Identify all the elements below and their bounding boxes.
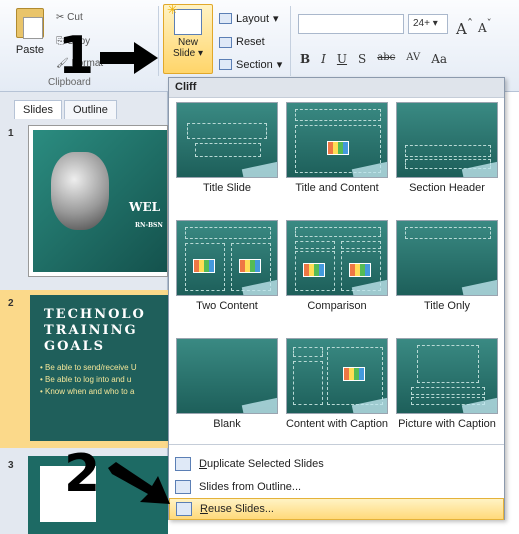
layout-preview xyxy=(396,220,498,296)
section-button[interactable]: Section ▾ xyxy=(219,58,282,71)
layout-preview xyxy=(286,338,388,414)
slide-number: 1 xyxy=(8,128,14,139)
reset-button[interactable]: Reset xyxy=(219,36,265,48)
slide-1-title: WEL xyxy=(129,200,161,214)
font-format-row: B I U S abc AV Aa xyxy=(300,52,447,66)
layout-blank[interactable]: Blank xyxy=(171,338,283,431)
reuse-slides-icon xyxy=(176,502,192,516)
step-2-arrow-icon xyxy=(108,462,170,504)
change-case-button[interactable]: Aa xyxy=(431,52,447,66)
tab-outline[interactable]: Outline xyxy=(63,100,117,119)
layout-title-slide[interactable]: Title Slide xyxy=(171,102,283,195)
layout-label: Content with Caption xyxy=(285,418,389,430)
new-slide-dropdown: Cliff Title Slide Title and Content Sect… xyxy=(168,77,505,520)
layout-label: Two Content xyxy=(196,300,258,312)
layout-title-and-content[interactable]: Title and Content xyxy=(281,102,393,195)
layout-picture-with-caption[interactable]: Picture with Caption xyxy=(391,338,503,431)
computer-mouse-image xyxy=(51,152,109,230)
slide-number: 3 xyxy=(8,460,14,471)
strikethrough-button[interactable]: abc xyxy=(377,52,395,66)
character-spacing-button[interactable]: AV xyxy=(406,52,420,66)
paste-button[interactable]: Paste xyxy=(12,8,48,72)
layout-label: Picture with Caption xyxy=(398,418,496,430)
slide-2-title-line: TRAINING xyxy=(44,323,138,338)
new-slide-label: New Slide ▾ xyxy=(172,37,204,59)
menu-item-label: Duplicate Selected Slides xyxy=(199,458,324,470)
layout-section-header[interactable]: Section Header xyxy=(391,102,503,195)
step-2-number: 2 xyxy=(64,444,101,504)
layout-preview xyxy=(286,220,388,296)
slide-2-title-line: TECHNOLO xyxy=(44,307,146,322)
tab-slides[interactable]: Slides xyxy=(14,100,62,119)
menu-item-label: Reuse Slides... xyxy=(200,503,274,515)
bold-button[interactable]: B xyxy=(300,52,310,66)
italic-button[interactable]: I xyxy=(321,52,326,66)
paste-label: Paste xyxy=(15,44,45,56)
layout-label: Section Header xyxy=(409,182,485,194)
font-size-select[interactable]: 24+ ▾ xyxy=(408,14,448,34)
cut-button[interactable]: ✂ Cut xyxy=(56,12,83,23)
slide-2-bullet: • Know when and who to a xyxy=(40,387,135,396)
step-1-number: 1 xyxy=(58,26,95,86)
layout-icon xyxy=(219,13,232,24)
layout-content-with-caption[interactable]: Content with Caption xyxy=(281,338,393,431)
slide-number: 2 xyxy=(8,298,14,309)
shadow-button[interactable]: S xyxy=(358,52,366,66)
duplicate-selected-slides-item[interactable]: Duplicate Selected Slides xyxy=(169,453,504,475)
layout-label: Blank xyxy=(213,418,241,430)
slide-2-title-line: GOALS xyxy=(44,339,106,354)
cut-label: Cut xyxy=(67,12,83,23)
slide-2-bullet: • Be able to send/receive U xyxy=(40,363,137,372)
menu-divider xyxy=(169,444,504,445)
clipboard-icon xyxy=(16,8,44,39)
layout-button[interactable]: Layout ▾ xyxy=(219,12,279,25)
slide-thumbnail-1[interactable]: WEL RN-BSN xyxy=(28,125,168,277)
font-name-select[interactable] xyxy=(298,14,404,34)
layout-preview xyxy=(176,102,278,178)
layout-two-content[interactable]: Two Content xyxy=(171,220,283,313)
slide-1-subtitle: RN-BSN xyxy=(135,222,163,229)
reuse-slides-item[interactable]: Reuse Slides... xyxy=(169,498,504,520)
step-1-arrow-icon xyxy=(100,42,158,74)
menu-item-label: Slides from Outline... xyxy=(199,481,302,493)
ribbon-divider xyxy=(290,6,291,76)
slides-from-outline-item[interactable]: Slides from Outline... xyxy=(169,476,504,498)
underline-button[interactable]: U xyxy=(337,52,347,66)
panel-tabs: Slides Outline xyxy=(14,100,117,119)
layout-preview xyxy=(176,338,278,414)
theme-name-header: Cliff xyxy=(169,78,504,98)
layout-preview xyxy=(396,102,498,178)
slide-thumbnail-2[interactable]: TECHNOLO TRAINING GOALS • Be able to sen… xyxy=(30,295,170,441)
new-slide-button[interactable]: NewSlide ▾ xyxy=(163,2,213,74)
slide-2-bullet: • Be able to log into and u xyxy=(40,375,132,384)
slide-1-background: WEL RN-BSN xyxy=(33,130,167,272)
layout-preview xyxy=(396,338,498,414)
layout-preview xyxy=(286,102,388,178)
layout-title-only[interactable]: Title Only xyxy=(391,220,503,313)
layout-label: Comparison xyxy=(307,300,367,312)
layout-label: Title and Content xyxy=(295,182,379,194)
layout-label: Title Only xyxy=(423,300,471,312)
shrink-font-button[interactable]: Aˇ xyxy=(478,19,492,35)
grow-font-button[interactable]: Aˆ xyxy=(456,16,473,38)
layout-label: Title Slide xyxy=(203,182,251,194)
new-slide-icon xyxy=(167,2,202,35)
reset-icon xyxy=(219,36,232,48)
section-icon xyxy=(219,59,232,70)
layout-preview xyxy=(176,220,278,296)
layout-comparison[interactable]: Comparison xyxy=(281,220,393,313)
